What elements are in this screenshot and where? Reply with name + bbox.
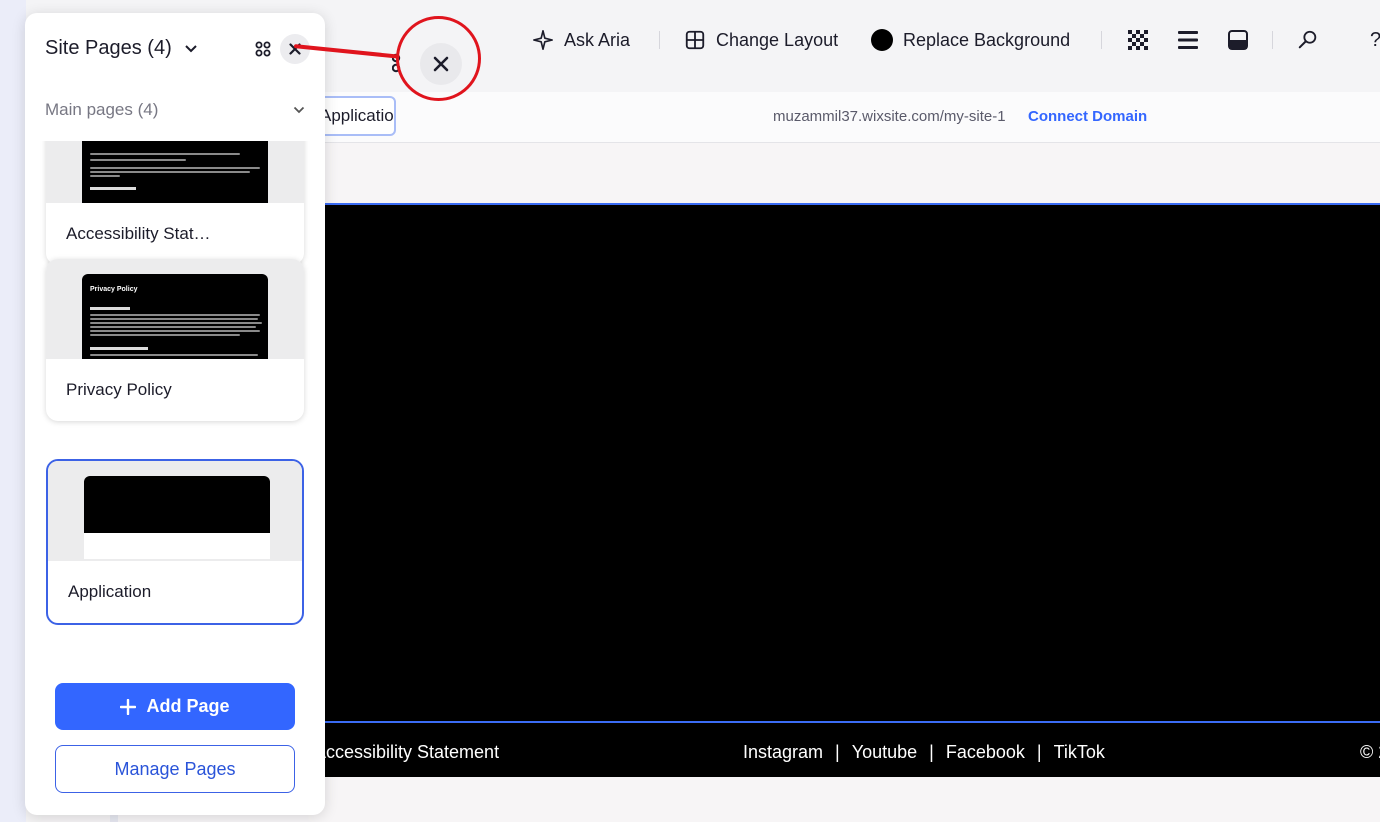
page-card-label: Privacy Policy (66, 380, 172, 399)
section-label: Main pages (4) (45, 100, 159, 119)
layout-icon (685, 30, 705, 50)
add-page-button[interactable]: Add Page (55, 683, 295, 730)
footer-link-youtube[interactable]: Youtube (852, 742, 917, 763)
page-thumbnail (48, 461, 302, 561)
chevron-down-icon (293, 106, 305, 114)
connect-domain-link[interactable]: Connect Domain (1028, 108, 1147, 125)
search-button[interactable] (1295, 27, 1321, 53)
panel-title[interactable]: Site Pages (4) (45, 37, 198, 60)
panel-layout-icon (1228, 30, 1248, 50)
hamburger-icon (1178, 31, 1198, 49)
annotation-circle (396, 16, 481, 101)
footer-separator: | (929, 742, 934, 762)
footer-link-instagram[interactable]: Instagram (743, 742, 823, 763)
texture-button[interactable] (1125, 27, 1151, 53)
footer-separator: | (1036, 742, 1042, 762)
page-card-application[interactable]: Application (46, 459, 304, 625)
plus-icon (120, 698, 137, 715)
grid-icon (255, 41, 271, 57)
page-thumbnail: Privacy Policy (46, 259, 304, 359)
change-layout-label: Change Layout (716, 29, 839, 50)
help-button[interactable]: ? (1370, 27, 1380, 53)
page-card-label: Accessibility Stat… (66, 224, 211, 243)
sparkle-icon (533, 30, 553, 50)
section-layout-button[interactable] (1225, 27, 1251, 53)
checker-icon (1128, 30, 1148, 50)
search-icon (1298, 30, 1317, 49)
site-url: muzammil37.wixsite.com/my-site-1 (773, 108, 1006, 125)
ask-aria-button[interactable]: Ask Aria (532, 27, 630, 53)
add-page-label: Add Page (146, 696, 230, 716)
toolbar-divider (659, 31, 660, 49)
thumbnail-title: Privacy Policy (90, 286, 138, 293)
page-selector-value: Application (320, 106, 396, 125)
change-layout-button[interactable]: Change Layout (684, 27, 838, 53)
replace-background-button[interactable]: Replace Background (871, 27, 1070, 53)
toolbar-divider (1272, 31, 1273, 49)
menu-button[interactable] (1175, 27, 1201, 53)
ask-aria-label: Ask Aria (564, 29, 631, 50)
manage-pages-button[interactable]: Manage Pages (55, 745, 295, 793)
page-card-privacy-policy[interactable]: Privacy Policy Privacy Policy (46, 259, 304, 421)
footer-copyright: © 2035 (1360, 742, 1380, 762)
toolbar-divider (1101, 31, 1102, 49)
chevron-down-icon (185, 44, 197, 52)
main-pages-section-header[interactable]: Main pages (4) (45, 100, 305, 120)
page-card-label: Application (68, 582, 152, 601)
site-pages-panel: Site Pages (4) Main pages (4) Accessibil… (25, 13, 325, 815)
footer-link-facebook[interactable]: Facebook (946, 742, 1025, 763)
footer-accessibility-link[interactable]: Accessibility Statement (314, 742, 499, 763)
left-sidebar-strip (0, 0, 26, 822)
page-thumbnail (46, 141, 304, 203)
grid-view-button[interactable] (251, 37, 275, 61)
manage-pages-label: Manage Pages (114, 758, 236, 779)
footer-social-links: Instagram | Youtube | Facebook | TikTok (743, 742, 1105, 763)
footer-link-tiktok[interactable]: TikTok (1054, 742, 1105, 763)
footer-separator: | (835, 742, 840, 762)
page-card-accessibility[interactable]: Accessibility Stat… (46, 141, 304, 265)
help-icon: ? (1370, 29, 1380, 52)
background-color-icon (871, 29, 893, 51)
pages-list[interactable]: Accessibility Stat… Privacy Policy Priva… (25, 141, 325, 667)
panel-title-label: Site Pages (4) (45, 37, 172, 59)
replace-background-label: Replace Background (903, 29, 1071, 50)
